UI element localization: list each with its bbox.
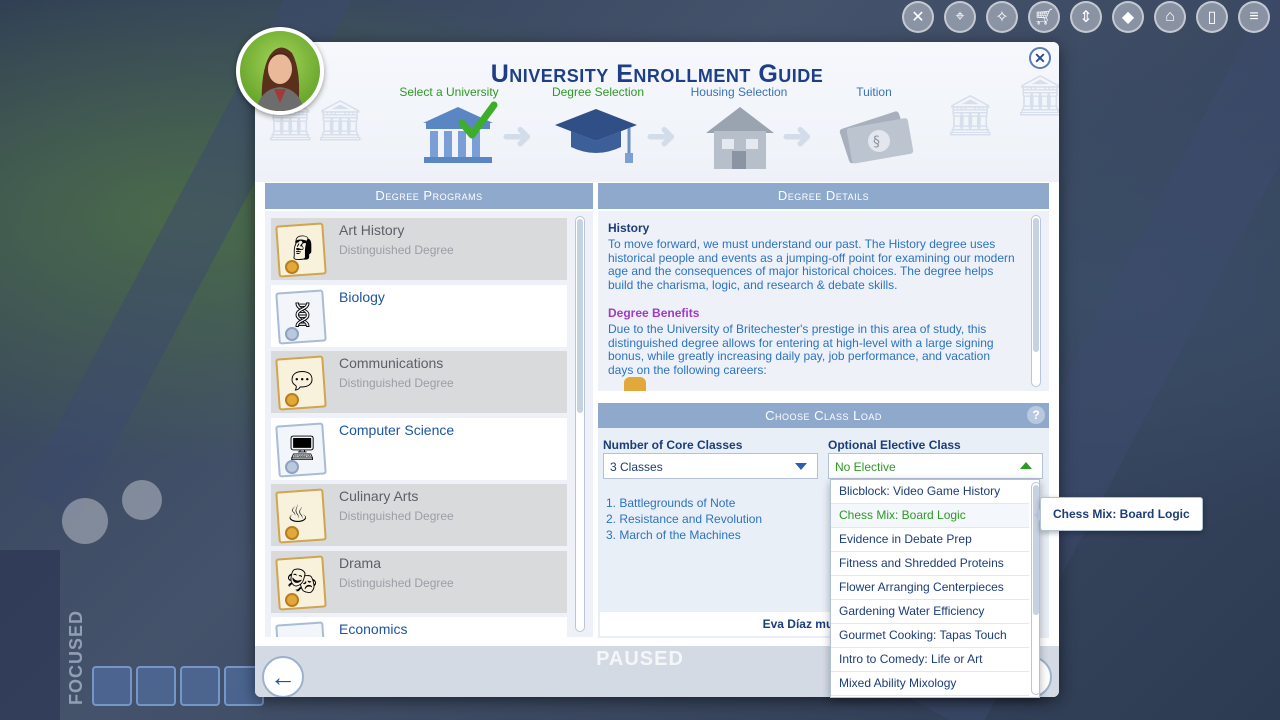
menu-icon[interactable]: ≡ bbox=[1238, 1, 1270, 33]
step-housing-selection[interactable]: Housing Selection bbox=[674, 85, 804, 99]
step-tuition[interactable]: Tuition bbox=[809, 85, 939, 99]
degree-description: To move forward, we must understand our … bbox=[608, 237, 1015, 292]
help-icon[interactable]: ? bbox=[1027, 406, 1045, 424]
programs-scrollbar[interactable] bbox=[575, 216, 585, 632]
home-icon[interactable]: ⌂ bbox=[1154, 1, 1186, 33]
program-culinary-arts[interactable]: ♨︎ Culinary Arts Distinguished Degree bbox=[271, 484, 567, 546]
sim-panel bbox=[0, 550, 60, 720]
program-drama[interactable]: 🎭︎ Drama Distinguished Degree bbox=[271, 551, 567, 613]
elective-value: No Elective bbox=[835, 460, 896, 474]
thought-bubble-icon bbox=[62, 498, 108, 544]
build-tools-icon[interactable]: ✕ bbox=[902, 1, 934, 33]
arrow-icon: ➜ bbox=[502, 115, 533, 156]
core-class-item: 3. March of the Machines bbox=[606, 528, 741, 542]
program-communications[interactable]: 💬︎ Communications Distinguished Degree bbox=[271, 351, 567, 413]
details-header: Degree Details bbox=[598, 183, 1049, 209]
svg-text:§: § bbox=[873, 134, 880, 150]
elective-option[interactable]: Blicblock: Video Game History bbox=[831, 480, 1029, 504]
top-hud: ✕ ⌖ ✧ 🛒︎ ⇕ ◆ ⌂ ▯ ≡ bbox=[900, 0, 1280, 34]
arrow-icon: ➜ bbox=[646, 115, 677, 156]
step-degree-selection[interactable]: Degree Selection bbox=[533, 85, 663, 99]
moodlet-icon[interactable] bbox=[92, 666, 132, 706]
program-biology[interactable]: 🧬︎ Biology bbox=[271, 285, 567, 347]
program-computer-science[interactable]: 🖥︎ Computer Science bbox=[271, 418, 567, 480]
thinker-statue-icon: 🗿︎ bbox=[271, 218, 333, 280]
map-icon[interactable]: ⌖ bbox=[944, 1, 976, 33]
elective-dropdown: Blicblock: Video Game History Chess Mix:… bbox=[830, 479, 1040, 698]
sim-avatar bbox=[236, 27, 324, 115]
chevron-down-icon bbox=[795, 463, 807, 470]
moodlet-icon[interactable] bbox=[180, 666, 220, 706]
thought-bubble-icon bbox=[122, 480, 162, 520]
chart-icon bbox=[271, 617, 333, 637]
moodlet-icon[interactable] bbox=[136, 666, 176, 706]
program-sub: Distinguished Degree bbox=[339, 509, 454, 523]
money-icon: § bbox=[835, 101, 919, 178]
elective-option[interactable]: Evidence in Debate Prep bbox=[831, 528, 1029, 552]
computer-icon: 🖥︎ bbox=[271, 418, 333, 480]
camera-up-down-icon[interactable]: ⇕ bbox=[1070, 1, 1102, 33]
program-sub: Distinguished Degree bbox=[339, 376, 454, 390]
elective-option[interactable]: Intro to Comedy: Life or Art bbox=[831, 648, 1029, 672]
elective-option-highlighted[interactable]: Chess Mix: Board Logic bbox=[831, 504, 1029, 528]
enrollment-steps: Select a University Degree Selection Hou… bbox=[255, 85, 1059, 180]
elective-option[interactable]: Flower Arranging Centerpieces bbox=[831, 576, 1029, 600]
elective-option[interactable]: Fitness and Shredded Proteins bbox=[831, 552, 1029, 576]
program-sub: Distinguished Degree bbox=[339, 243, 454, 257]
degree-details-panel: History To move forward, we must underst… bbox=[598, 211, 1049, 391]
degree-programs-list: 🗿︎ Art History Distinguished Degree 🧬︎ Bi… bbox=[265, 211, 593, 637]
arrow-icon: ➜ bbox=[782, 115, 813, 156]
elective-option[interactable]: Gardening Water Efficiency bbox=[831, 600, 1029, 624]
benefits-heading: Degree Benefits bbox=[608, 306, 700, 320]
elective-option[interactable]: Gourmet Cooking: Tapas Touch bbox=[831, 624, 1029, 648]
program-name: Drama bbox=[339, 555, 382, 571]
elective-option[interactable]: Mixed Ability Mixology bbox=[831, 672, 1029, 696]
graduation-cap-icon bbox=[551, 101, 641, 176]
cube-icon[interactable]: ◆ bbox=[1112, 1, 1144, 33]
program-economics[interactable]: Economics bbox=[271, 617, 567, 637]
step-select-university[interactable]: Select a University bbox=[384, 85, 514, 99]
program-sub: Distinguished Degree bbox=[339, 576, 454, 590]
house-icon bbox=[700, 101, 780, 178]
phone-icon[interactable]: ▯ bbox=[1196, 1, 1228, 33]
core-classes-value: 3 Classes bbox=[610, 460, 663, 474]
scroll-thumb[interactable] bbox=[1033, 485, 1039, 615]
scroll-thumb[interactable] bbox=[1033, 218, 1039, 352]
program-name: Biology bbox=[339, 289, 385, 305]
program-name: Culinary Arts bbox=[339, 488, 419, 504]
chef-hat-icon: ♨︎ bbox=[271, 484, 333, 546]
chevron-up-icon bbox=[1020, 462, 1032, 469]
theater-masks-icon: 🎭︎ bbox=[271, 551, 333, 613]
close-button[interactable]: ✕ bbox=[1029, 47, 1051, 69]
program-name: Computer Science bbox=[339, 422, 455, 438]
moodlets bbox=[92, 666, 264, 706]
paused-label: PAUSED bbox=[596, 648, 684, 670]
core-class-list: 1. Battlegrounds of Note 2. Resistance a… bbox=[606, 495, 762, 543]
lightbulb-icon[interactable]: ✧ bbox=[986, 1, 1018, 33]
benefits-text: Due to the University of Britechester's … bbox=[608, 322, 994, 377]
university-icon bbox=[418, 101, 498, 176]
elective-select[interactable]: No Elective bbox=[828, 453, 1043, 479]
program-name: Economics bbox=[339, 621, 408, 637]
speech-bubbles-icon: 💬︎ bbox=[271, 351, 333, 413]
option-tooltip: Chess Mix: Board Logic bbox=[1034, 497, 1203, 531]
program-name: Art History bbox=[339, 222, 405, 238]
core-classes-select[interactable]: 3 Classes bbox=[603, 453, 818, 479]
core-class-item: 1. Battlegrounds of Note bbox=[606, 496, 736, 510]
core-class-item: 2. Resistance and Revolution bbox=[606, 512, 763, 526]
classload-header: Choose Class Load bbox=[598, 403, 1049, 429]
cart-icon[interactable]: 🛒︎ bbox=[1028, 1, 1060, 33]
core-classes-label: Number of Core Classes bbox=[603, 438, 743, 452]
degree-title: History bbox=[608, 221, 650, 235]
programs-header: Degree Programs bbox=[265, 183, 593, 209]
career-icon bbox=[624, 377, 646, 391]
dna-icon: 🧬︎ bbox=[271, 285, 333, 347]
scroll-thumb[interactable] bbox=[577, 219, 583, 413]
elective-label: Optional Elective Class bbox=[828, 438, 961, 452]
details-scrollbar[interactable] bbox=[1031, 215, 1041, 387]
program-art-history[interactable]: 🗿︎ Art History Distinguished Degree bbox=[271, 218, 567, 280]
program-name: Communications bbox=[339, 355, 444, 371]
